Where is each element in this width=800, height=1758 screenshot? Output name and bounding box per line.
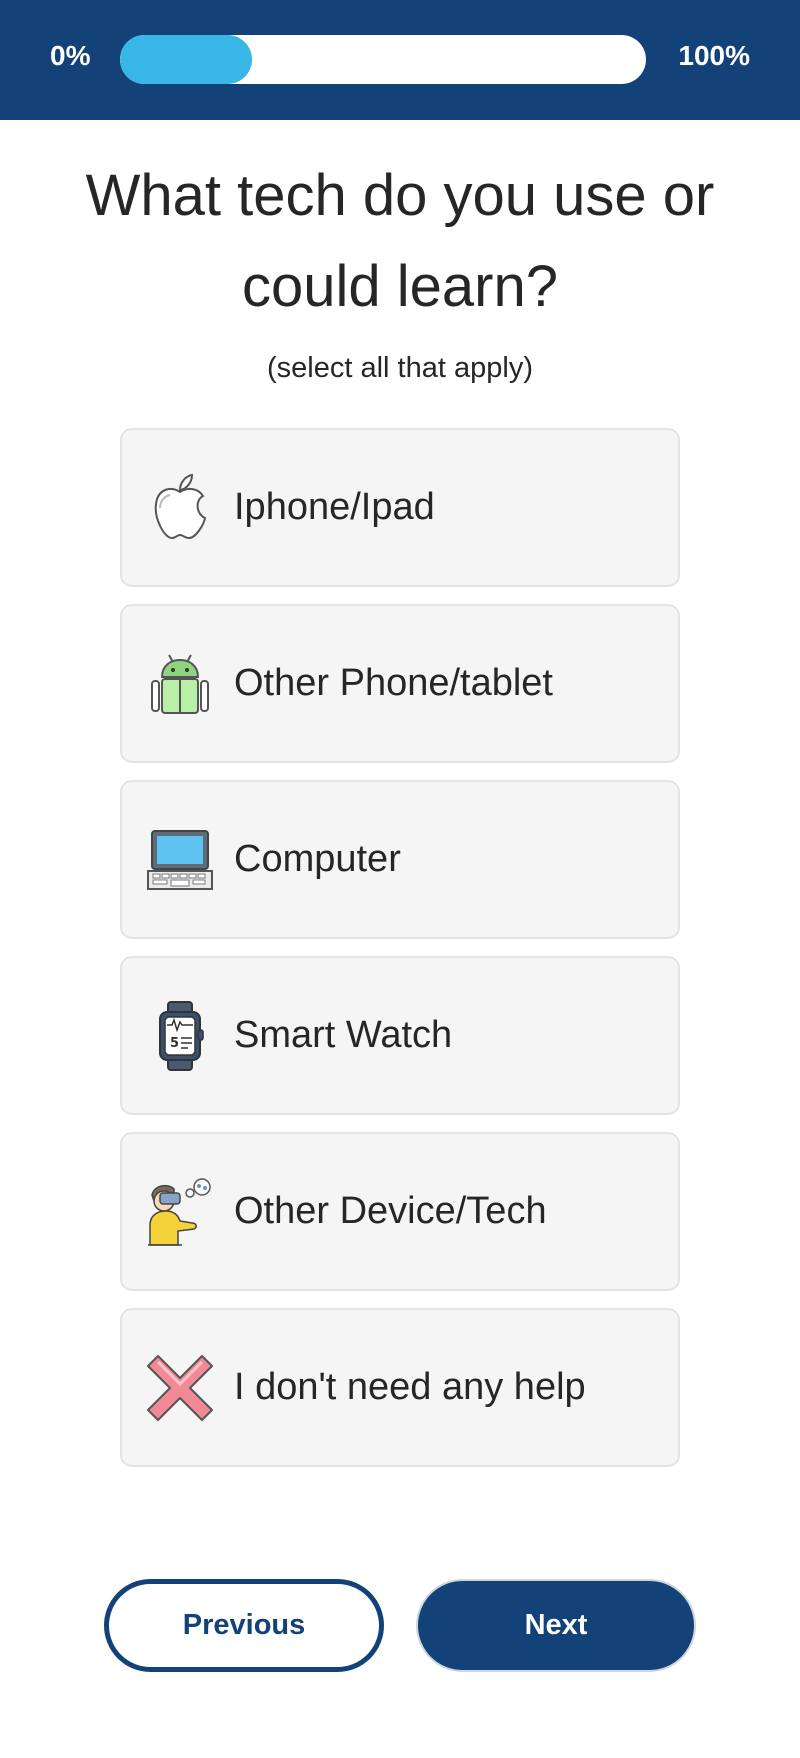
vr-headset-person-icon [144, 1176, 216, 1248]
apple-icon [144, 472, 216, 544]
laptop-icon [144, 824, 216, 896]
option-label: Computer [234, 838, 401, 880]
progress-end-label: 100% [678, 40, 750, 71]
svg-text:5: 5 [170, 1036, 179, 1051]
progress-bar-fill [120, 35, 252, 84]
option-label: Other Device/Tech [234, 1190, 547, 1232]
android-icon [144, 648, 216, 720]
question-title: What tech do you use or could learn? [85, 163, 715, 319]
option-label: I don't need any help [234, 1366, 586, 1408]
next-button[interactable]: Next [416, 1579, 696, 1672]
option-no-help-needed[interactable]: I don't need any help [120, 1308, 680, 1467]
progress-header: 0% 100% [0, 0, 800, 120]
option-other-phone-tablet[interactable]: Other Phone/tablet [120, 604, 680, 763]
option-label: Smart Watch [234, 1014, 453, 1056]
option-list: Iphone/Ipad Other Phone/tablet Computer … [120, 428, 680, 1484]
option-iphone-ipad[interactable]: Iphone/Ipad [120, 428, 680, 587]
option-smart-watch[interactable]: 5 Smart Watch [120, 956, 680, 1115]
red-x-icon [144, 1352, 216, 1424]
previous-button[interactable]: Previous [104, 1579, 384, 1672]
option-label: Other Phone/tablet [234, 662, 553, 704]
option-other-device-tech[interactable]: Other Device/Tech [120, 1132, 680, 1291]
option-label: Iphone/Ipad [234, 486, 435, 528]
option-computer[interactable]: Computer [120, 780, 680, 939]
question-subtitle: (select all that apply) [267, 352, 533, 384]
smartwatch-icon: 5 [144, 1000, 216, 1072]
progress-start-label: 0% [50, 40, 91, 71]
progress-bar [120, 35, 646, 84]
